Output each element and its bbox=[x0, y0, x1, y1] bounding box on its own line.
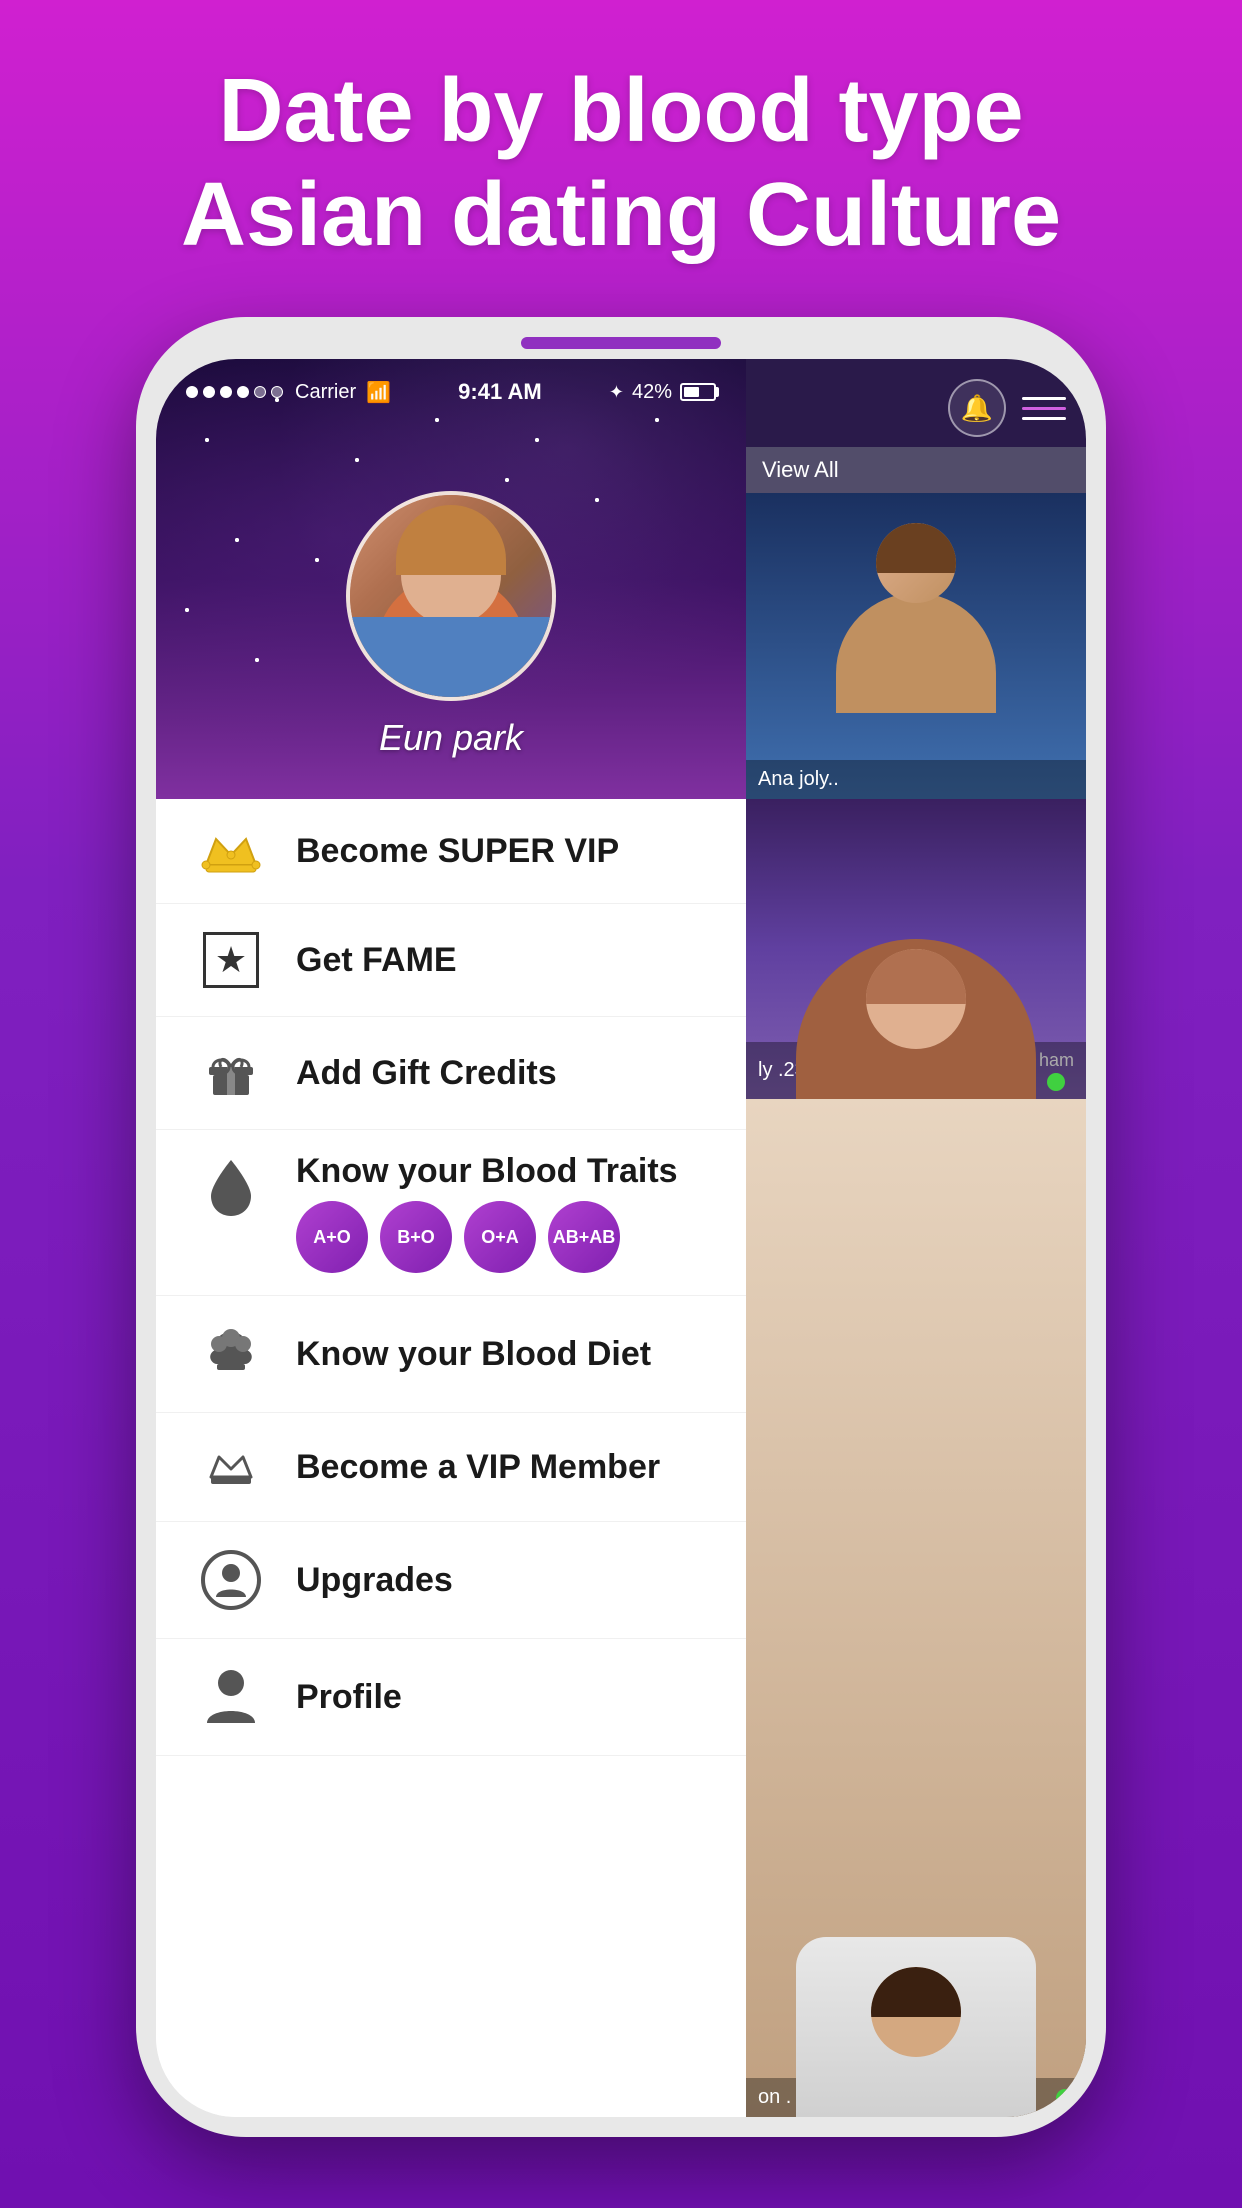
gift-icon bbox=[196, 1045, 266, 1101]
right-cards-panel: ly .23 ham bbox=[746, 799, 1086, 2117]
signal-dot-2 bbox=[203, 386, 215, 398]
carrier-text: Carrier bbox=[295, 381, 356, 404]
signal-dot-5 bbox=[254, 386, 266, 398]
menu-label-fame: Get FAME bbox=[296, 941, 457, 980]
vip-crown-icon bbox=[196, 1441, 266, 1493]
header-line1: Date by blood type bbox=[218, 61, 1023, 161]
signal-dot-1 bbox=[186, 386, 198, 398]
header-line2: Asian dating Culture bbox=[181, 165, 1061, 265]
right-top-icons: 🔔 bbox=[746, 359, 1086, 447]
avatar-jeans bbox=[350, 617, 552, 697]
menu-item-profile[interactable]: Profile bbox=[156, 1639, 746, 1756]
card1-name: Ana joly.. bbox=[758, 768, 839, 791]
signal-dot-4 bbox=[237, 386, 249, 398]
wifi-icon: 📶 bbox=[366, 380, 391, 405]
online-dot-2 bbox=[1047, 1073, 1065, 1091]
battery-percent: 42% bbox=[632, 381, 672, 404]
menu-item-super-vip[interactable]: Become SUPER VIP bbox=[156, 799, 746, 904]
profile-avatar-image bbox=[350, 495, 552, 697]
chef-hat-icon bbox=[196, 1324, 266, 1384]
profile-name: Eun park bbox=[379, 717, 523, 759]
avatar-hair bbox=[396, 505, 506, 575]
header-right-panel: 🔔 View All bbox=[746, 359, 1086, 799]
status-left: Carrier 📶 bbox=[186, 380, 391, 405]
blood-pills: A+O B+O O+A AB+AB bbox=[296, 1201, 678, 1273]
phone-notch bbox=[521, 337, 721, 349]
status-right: ✦ 42% bbox=[609, 381, 716, 404]
header-section: Carrier 📶 9:41 AM ✦ 42% bbox=[156, 359, 1086, 799]
menu-label-super-vip: Become SUPER VIP bbox=[296, 832, 619, 871]
menu-item-blood-diet[interactable]: Know your Blood Diet bbox=[156, 1296, 746, 1413]
crown-gold-icon bbox=[196, 827, 266, 875]
online-dot-3 bbox=[1056, 2089, 1074, 2107]
signal-dots bbox=[186, 386, 283, 398]
phone-frame: Carrier 📶 9:41 AM ✦ 42% bbox=[136, 317, 1106, 2137]
blood-pill-oa[interactable]: O+A bbox=[464, 1201, 536, 1273]
menu-label-gift: Add Gift Credits bbox=[296, 1054, 557, 1093]
blood-drop-icon bbox=[196, 1152, 266, 1220]
menu-item-blood-traits[interactable]: Know your Blood Traits A+O B+O O+A AB+AB bbox=[156, 1130, 746, 1296]
card1-avatar-circle bbox=[876, 523, 956, 603]
blood-pill-abab[interactable]: AB+AB bbox=[548, 1201, 620, 1273]
menu-item-gift[interactable]: Add Gift Credits bbox=[156, 1017, 746, 1130]
menu-item-fame[interactable]: ★ Get FAME bbox=[156, 904, 746, 1017]
profile-avatar[interactable] bbox=[346, 491, 556, 701]
app-background: Date by blood type Asian dating Culture bbox=[136, 0, 1106, 2137]
view-all-label[interactable]: View All bbox=[746, 447, 1086, 493]
menu-list: Become SUPER VIP ★ Get FAME bbox=[156, 799, 746, 2117]
menu-label-vip-member: Become a VIP Member bbox=[296, 1448, 660, 1487]
bell-icon[interactable]: 🔔 bbox=[948, 379, 1006, 437]
blood-traits-content: Know your Blood Traits A+O B+O O+A AB+AB bbox=[296, 1152, 678, 1273]
status-time: 9:41 AM bbox=[458, 379, 542, 405]
profile-person-icon bbox=[196, 1667, 266, 1727]
menu-label-profile: Profile bbox=[296, 1678, 402, 1717]
profile-header: Carrier 📶 9:41 AM ✦ 42% bbox=[156, 359, 746, 799]
menu-label-blood-diet: Know your Blood Diet bbox=[296, 1335, 651, 1374]
blood-pill-bo[interactable]: B+O bbox=[380, 1201, 452, 1273]
right-card-2[interactable]: ly .23 ham bbox=[746, 799, 1086, 1099]
right-card-1[interactable]: Ana joly.. bbox=[746, 493, 1086, 799]
bt-icon: ✦ bbox=[609, 382, 624, 403]
menu-item-vip-member[interactable]: Become a VIP Member bbox=[156, 1413, 746, 1522]
filter-button[interactable] bbox=[1022, 397, 1066, 420]
card1-badge: Ana joly.. bbox=[746, 760, 1086, 799]
app-header: Date by blood type Asian dating Culture bbox=[136, 60, 1106, 267]
menu-label-blood-traits: Know your Blood Traits bbox=[296, 1152, 678, 1191]
right-card-3[interactable]: on . 23 bbox=[746, 1099, 1086, 2117]
status-bar: Carrier 📶 9:41 AM ✦ 42% bbox=[156, 359, 746, 415]
signal-dot-3 bbox=[220, 386, 232, 398]
menu-label-upgrades: Upgrades bbox=[296, 1561, 453, 1600]
battery-icon bbox=[680, 383, 716, 401]
menu-item-upgrades[interactable]: Upgrades bbox=[156, 1522, 746, 1639]
signal-dot-6 bbox=[271, 386, 283, 398]
phone-screen: Carrier 📶 9:41 AM ✦ 42% bbox=[156, 359, 1086, 2117]
blood-pill-ao[interactable]: A+O bbox=[296, 1201, 368, 1273]
upgrades-icon bbox=[196, 1550, 266, 1610]
star-box-icon: ★ bbox=[196, 932, 266, 988]
main-content: Become SUPER VIP ★ Get FAME bbox=[156, 799, 1086, 2117]
